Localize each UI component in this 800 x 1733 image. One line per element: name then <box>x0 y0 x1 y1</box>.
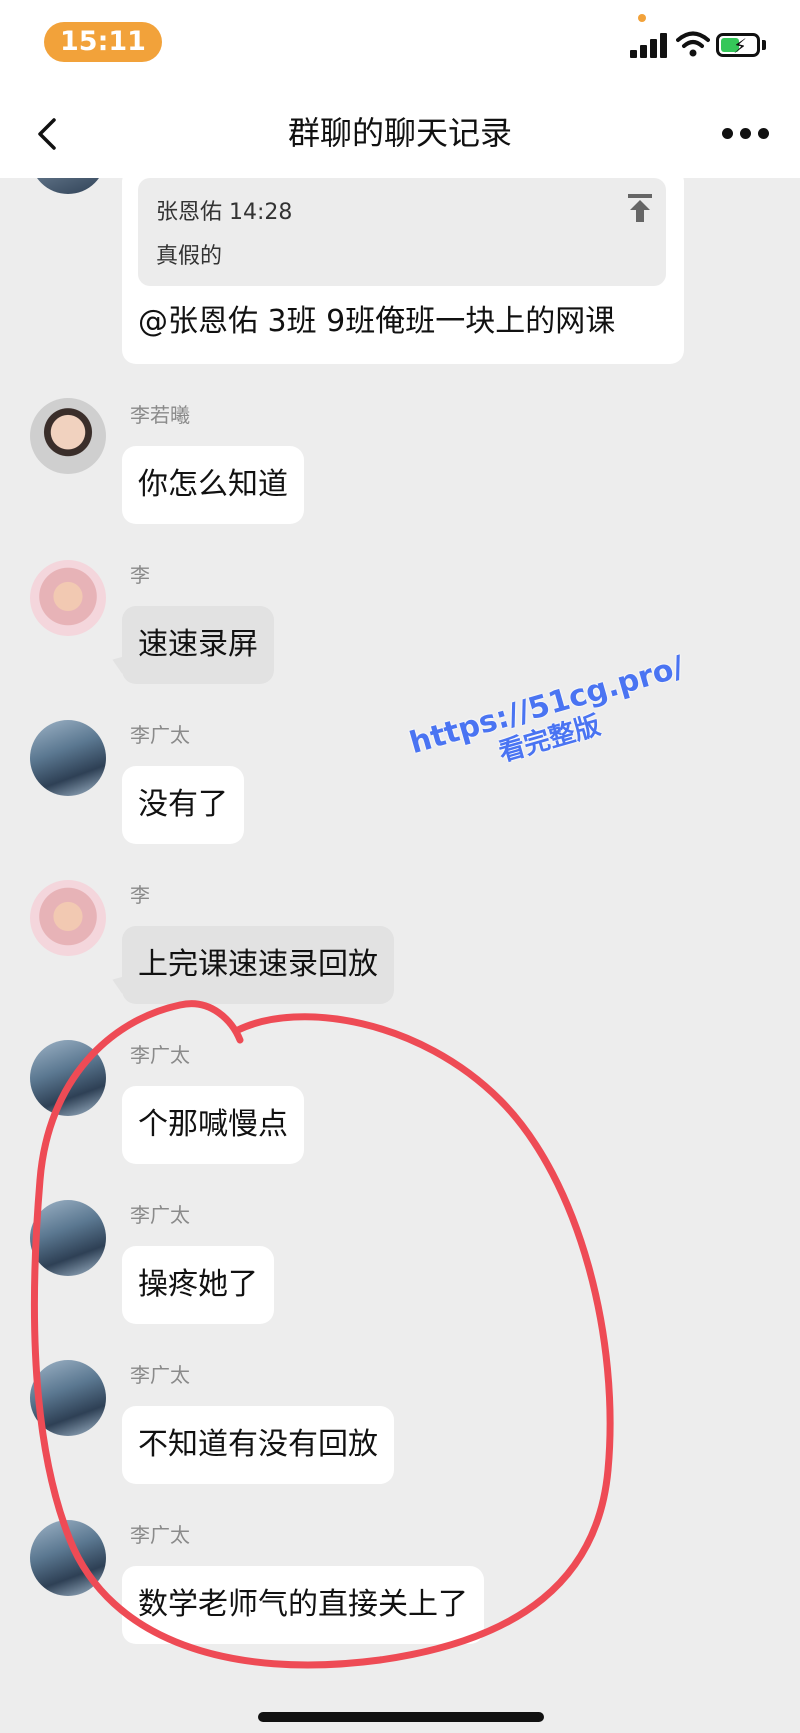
status-time: 15:11 <box>44 22 162 62</box>
quoted-message-bubble[interactable]: 张恩佑 14:28 真假的 @张恩佑 3班 9班俺班一块上的网课 <box>122 178 684 364</box>
message-bubble[interactable]: 上完课速速录回放 <box>122 926 394 1004</box>
avatar[interactable] <box>30 1040 106 1116</box>
quote-box[interactable]: 张恩佑 14:28 真假的 <box>138 178 666 286</box>
wifi-icon <box>676 31 710 57</box>
avatar[interactable] <box>30 178 106 194</box>
sender-name: 李广太 <box>130 723 190 747</box>
battery-tip <box>762 40 766 50</box>
quote-author-time: 张恩佑 14:28 <box>156 200 293 225</box>
message-bubble[interactable]: 操疼她了 <box>122 1246 274 1324</box>
avatar[interactable] <box>30 1200 106 1276</box>
avatar[interactable] <box>30 1360 106 1436</box>
message-bubble[interactable]: 没有了 <box>122 766 244 844</box>
message-bubble[interactable]: 你怎么知道 <box>122 446 304 524</box>
message-text: @张恩佑 3班 9班俺班一块上的网课 <box>138 304 616 339</box>
sender-name: 李广太 <box>130 1043 190 1067</box>
avatar[interactable] <box>30 560 106 636</box>
sender-name: 李 <box>130 563 150 587</box>
avatar[interactable] <box>30 880 106 956</box>
message-bubble[interactable]: 速速录屏 <box>122 606 274 684</box>
page-title: 群聊的聊天记录 <box>287 114 512 152</box>
cellular-signal-icon <box>630 32 670 58</box>
chat-history[interactable]: 张恩佑 14:28 真假的 @张恩佑 3班 9班俺班一块上的网课 李若曦 你怎么… <box>0 178 800 1733</box>
sender-name: 李广太 <box>130 1523 190 1547</box>
sender-name: 李广太 <box>130 1203 190 1227</box>
home-indicator[interactable] <box>258 1712 544 1722</box>
avatar[interactable] <box>30 398 106 474</box>
message-bubble[interactable]: 数学老师气的直接关上了 <box>122 1566 484 1644</box>
battery-icon: ⚡ <box>716 33 760 58</box>
avatar[interactable] <box>30 720 106 796</box>
message-bubble[interactable]: 个那喊慢点 <box>122 1086 304 1164</box>
avatar[interactable] <box>30 1520 106 1596</box>
privacy-indicator-dot <box>638 14 646 22</box>
more-options-icon[interactable] <box>722 128 772 142</box>
sender-name: 李广太 <box>130 1363 190 1387</box>
message-bubble[interactable]: 不知道有没有回放 <box>122 1406 394 1484</box>
sender-name: 李若曦 <box>130 403 190 427</box>
status-bar: 15:11 ⚡ <box>0 0 800 90</box>
sender-name: 李 <box>130 883 150 907</box>
jump-to-original-icon[interactable] <box>626 192 654 224</box>
quote-text: 真假的 <box>156 244 223 269</box>
nav-bar: 群聊的聊天记录 <box>0 90 800 178</box>
